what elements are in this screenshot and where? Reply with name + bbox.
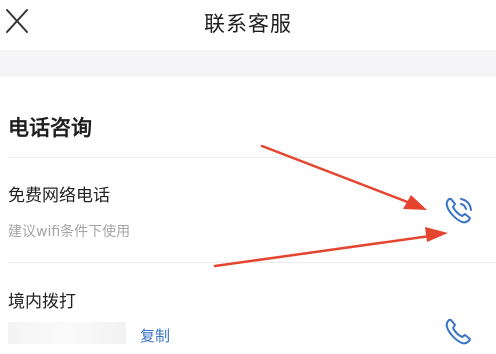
annotation-arrow [260, 144, 427, 210]
section-title: 电话咨询 [8, 116, 92, 140]
wifi-phone-icon [445, 198, 472, 224]
section-gap [0, 50, 496, 77]
phone-icon [445, 319, 471, 345]
domestic-call-button[interactable] [441, 314, 477, 350]
annotation-arrow [213, 227, 448, 268]
free-network-call-button[interactable] [441, 193, 477, 229]
free-network-call-label: 免费网络电话 [8, 186, 110, 206]
page-title: 联系客服 [204, 12, 292, 36]
free-network-call-hint: 建议wifi条件下使用 [8, 224, 131, 240]
divider [8, 157, 496, 158]
divider [8, 262, 496, 263]
copy-button[interactable]: 复制 [140, 325, 170, 346]
domestic-call-label: 境内拨打 [8, 292, 76, 312]
header-bar: 联系客服 [0, 0, 496, 50]
masked-phone-number [8, 322, 126, 344]
